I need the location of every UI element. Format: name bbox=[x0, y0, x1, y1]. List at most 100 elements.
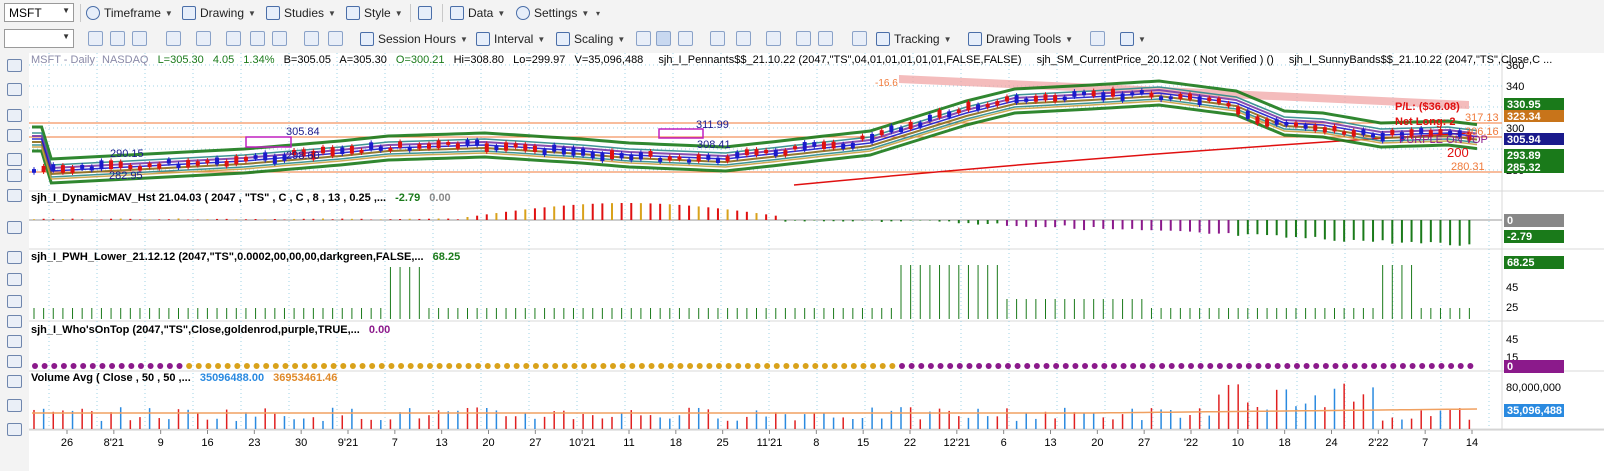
chevron-down-icon: ▼ bbox=[164, 8, 173, 18]
zoom-icon[interactable] bbox=[166, 31, 181, 46]
x-axis-label: 24 bbox=[1325, 437, 1337, 449]
cursor-icon[interactable] bbox=[226, 31, 241, 46]
tracking-menu[interactable]: Tracking ▼ bbox=[876, 30, 952, 48]
sync-icon[interactable] bbox=[110, 31, 125, 46]
wrench-icon[interactable] bbox=[7, 109, 22, 122]
top-indicator-dot bbox=[398, 363, 405, 369]
top-indicator-dot bbox=[1226, 363, 1233, 369]
style-menu[interactable]: Style ▼ bbox=[346, 4, 403, 22]
fib-extension-icon[interactable] bbox=[7, 273, 22, 286]
candle bbox=[850, 142, 855, 149]
refresh-icon[interactable] bbox=[88, 31, 103, 46]
trash-icon[interactable] bbox=[7, 423, 22, 436]
candlestick-icon[interactable] bbox=[656, 31, 671, 46]
resize-icon[interactable] bbox=[7, 153, 22, 166]
histogram-bar bbox=[601, 203, 604, 220]
spiral-icon[interactable] bbox=[7, 355, 22, 368]
layout-button[interactable] bbox=[418, 4, 432, 22]
studies-menu[interactable]: Studies ▼ bbox=[266, 4, 336, 22]
data-menu[interactable]: Data ▼ bbox=[450, 4, 505, 22]
top-indicator-dot bbox=[793, 363, 800, 369]
top-indicator-dot bbox=[340, 363, 347, 369]
parallel-lines-icon[interactable] bbox=[7, 189, 22, 202]
histogram-bar bbox=[572, 204, 575, 220]
histogram-bar bbox=[582, 204, 585, 220]
session-hours-menu[interactable]: Session Hours ▼ bbox=[360, 30, 468, 48]
chevron-down-icon: ▼ bbox=[460, 34, 468, 44]
target-icon[interactable] bbox=[196, 31, 211, 46]
settings-menu[interactable]: Settings ▼ bbox=[516, 4, 589, 22]
candle bbox=[831, 141, 836, 149]
histogram-bar bbox=[697, 206, 700, 220]
histogram-bar bbox=[1092, 220, 1095, 228]
interval-label: Interval bbox=[494, 32, 534, 46]
top-indicator-dot bbox=[1284, 363, 1291, 369]
histogram-bar bbox=[745, 211, 748, 220]
object-gear-icon[interactable] bbox=[304, 31, 319, 46]
axis-tick: 45 bbox=[1506, 282, 1518, 294]
bar-spacing-icon[interactable] bbox=[710, 31, 725, 46]
pointer-icon[interactable] bbox=[7, 59, 22, 72]
top-indicator-dot bbox=[1149, 363, 1156, 369]
grid-icon[interactable] bbox=[852, 31, 867, 46]
cycle-icon[interactable] bbox=[7, 335, 22, 348]
trend-icon[interactable] bbox=[1090, 31, 1105, 46]
x-axis-label: 9'21 bbox=[338, 437, 358, 449]
analysis-menu[interactable]: ▼ bbox=[1120, 30, 1146, 48]
top-indicator-dot bbox=[1438, 363, 1445, 369]
histogram-bar bbox=[90, 219, 93, 220]
grid-tool-icon[interactable] bbox=[7, 295, 22, 308]
properties-icon[interactable] bbox=[328, 31, 343, 46]
candle bbox=[504, 142, 509, 151]
histogram-bar bbox=[1420, 220, 1423, 244]
interval-combo[interactable]: ▼ bbox=[4, 29, 74, 48]
x-axis-label: 8 bbox=[813, 437, 819, 449]
scaling-menu[interactable]: Scaling ▼ bbox=[556, 30, 625, 48]
picture-alt-icon[interactable] bbox=[272, 31, 287, 46]
fib-icon[interactable] bbox=[7, 251, 22, 264]
grid-table-icon[interactable] bbox=[132, 31, 147, 46]
hollow-candle-icon[interactable] bbox=[678, 31, 693, 46]
histogram-bar bbox=[216, 218, 219, 220]
drawing-menu[interactable]: Drawing ▼ bbox=[182, 4, 256, 22]
candle bbox=[128, 165, 133, 170]
interval-menu[interactable]: Interval ▼ bbox=[476, 30, 545, 48]
chevron-down-icon[interactable]: ▼ bbox=[62, 32, 70, 41]
drawing-tools-menu[interactable]: Drawing Tools ▼ bbox=[968, 30, 1073, 48]
zoom-in-icon[interactable] bbox=[796, 31, 811, 46]
window-split-icon[interactable] bbox=[766, 31, 781, 46]
candle bbox=[60, 165, 65, 173]
top-indicator-dot bbox=[70, 363, 77, 369]
bar-spacing-alt-icon[interactable] bbox=[736, 31, 751, 46]
timeframe-menu[interactable]: Timeframe ▼ bbox=[86, 4, 173, 22]
candle bbox=[1342, 131, 1347, 135]
top-indicator-dot bbox=[369, 363, 376, 369]
histogram-bar bbox=[389, 219, 392, 220]
histogram-bar bbox=[302, 218, 305, 220]
arc-icon[interactable] bbox=[7, 399, 22, 412]
histogram-bar bbox=[110, 218, 113, 220]
candle bbox=[253, 155, 258, 159]
gann-icon[interactable] bbox=[7, 315, 22, 328]
symbol-input[interactable]: MSFT ▼ bbox=[4, 3, 74, 22]
top-indicator-dot bbox=[966, 363, 973, 369]
picture-icon[interactable] bbox=[250, 31, 265, 46]
top-indicator-dot bbox=[1033, 363, 1040, 369]
top-indicator-dot bbox=[1265, 363, 1272, 369]
toolbar-overflow-button[interactable]: ▾ bbox=[596, 4, 600, 22]
session-hours-label: Session Hours bbox=[378, 32, 457, 46]
chart-area[interactable]: 26 8'21 9 16 23 30 9'21 7 13 20 27 10'21 11 18 25 11'21… bbox=[29, 53, 1604, 471]
ruler-icon[interactable] bbox=[7, 221, 22, 234]
histogram-bar bbox=[533, 208, 536, 220]
chevron-down-icon[interactable]: ▼ bbox=[62, 6, 70, 15]
top-indicator-dot bbox=[311, 363, 318, 369]
crosshair-icon[interactable] bbox=[7, 83, 22, 96]
candle bbox=[870, 133, 875, 143]
horizontal-line-icon[interactable] bbox=[7, 169, 22, 182]
histogram-bar bbox=[620, 203, 623, 220]
speed-lines-icon[interactable] bbox=[7, 375, 22, 388]
scaling-label: Scaling bbox=[574, 32, 614, 46]
bar-style-icon[interactable] bbox=[636, 31, 651, 46]
plus-icon[interactable] bbox=[7, 129, 22, 142]
zoom-out-icon[interactable] bbox=[818, 31, 833, 46]
